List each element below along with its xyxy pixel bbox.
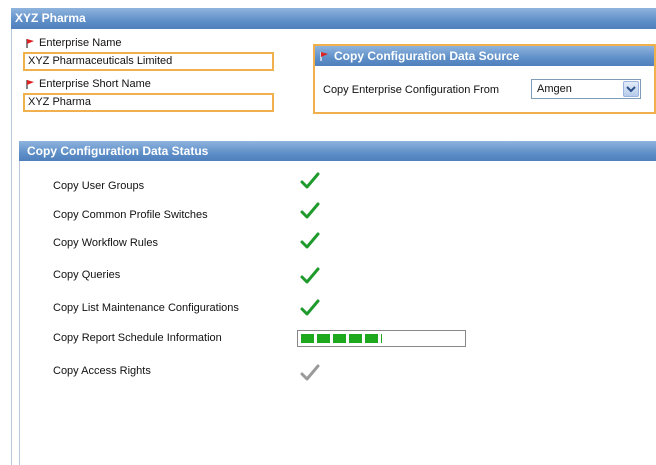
chevron-down-icon xyxy=(626,86,636,93)
dropdown-arrow-button[interactable] xyxy=(623,81,639,97)
complete-check-icon xyxy=(300,172,320,189)
copy-source-panel: Copy Configuration Data Source Copy Ente… xyxy=(313,44,656,114)
status-label-report-schedule: Copy Report Schedule Information xyxy=(53,332,222,344)
complete-check-icon xyxy=(300,299,320,316)
status-label-common-profile-switches: Copy Common Profile Switches xyxy=(53,209,208,221)
required-flag-icon xyxy=(26,79,34,89)
enterprise-short-name-label: Enterprise Short Name xyxy=(25,78,151,90)
status-label-list-maintenance: Copy List Maintenance Configurations xyxy=(53,302,239,314)
enterprise-short-name-label-text: Enterprise Short Name xyxy=(39,78,151,90)
copy-from-label: Copy Enterprise Configuration From xyxy=(323,84,500,96)
copy-from-selected-value: Amgen xyxy=(537,83,572,95)
enterprise-name-label: Enterprise Name xyxy=(25,37,122,49)
status-label-queries: Copy Queries xyxy=(53,269,121,281)
complete-check-icon xyxy=(300,232,320,249)
status-label-workflow-rules: Copy Workflow Rules xyxy=(53,237,158,249)
report-schedule-progress-bar xyxy=(297,330,466,347)
enterprise-name-field[interactable]: XYZ Pharmaceuticals Limited xyxy=(23,52,274,71)
complete-check-icon xyxy=(300,267,320,284)
required-flag-icon xyxy=(26,38,34,48)
enterprise-name-label-text: Enterprise Name xyxy=(39,37,122,49)
complete-check-icon xyxy=(300,202,320,219)
copy-source-header: Copy Configuration Data Source xyxy=(315,46,654,66)
window-title: XYZ Pharma xyxy=(11,8,656,29)
status-label-access-rights: Copy Access Rights xyxy=(53,365,151,377)
status-header: Copy Configuration Data Status xyxy=(19,141,656,161)
enterprise-short-name-field[interactable]: XYZ Pharma xyxy=(23,93,274,112)
copy-from-select[interactable]: Amgen xyxy=(531,79,641,99)
copy-source-header-text: Copy Configuration Data Source xyxy=(334,49,520,63)
pending-check-icon xyxy=(300,364,320,381)
progress-fill xyxy=(301,334,382,343)
required-flag-icon xyxy=(320,51,328,61)
status-label-user-groups: Copy User Groups xyxy=(53,180,145,192)
